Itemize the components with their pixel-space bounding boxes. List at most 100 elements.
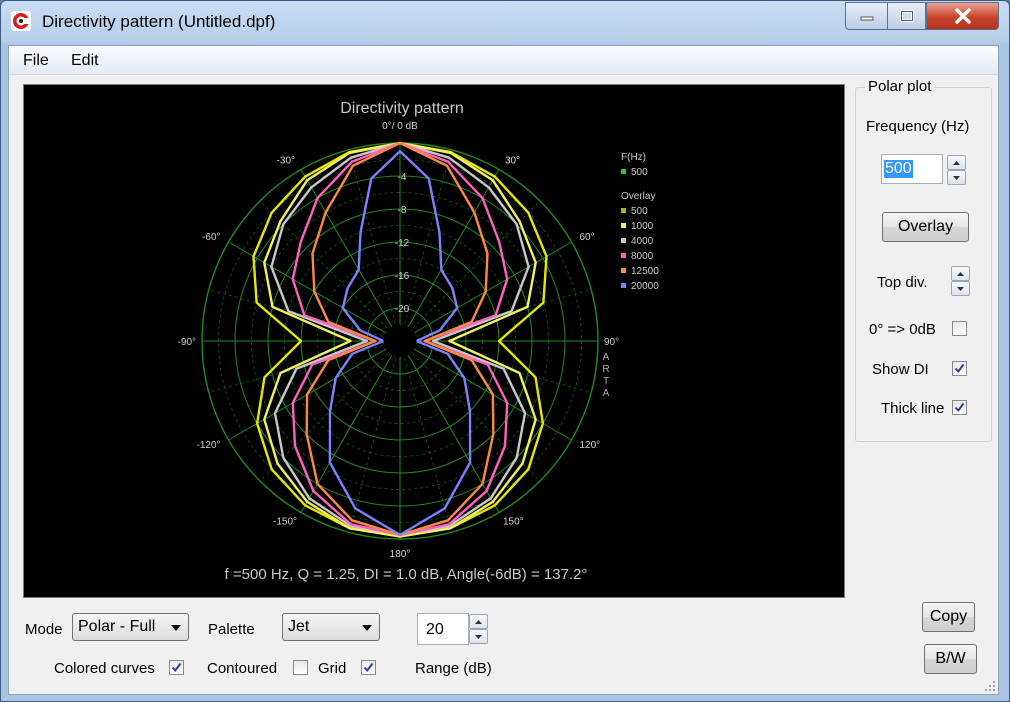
range-input[interactable]: 20	[417, 613, 469, 645]
legend-swatch	[621, 169, 626, 174]
spin-up-button[interactable]	[469, 614, 488, 629]
ring-label: -16	[395, 271, 410, 282]
arrow-down-icon	[475, 634, 482, 639]
plot-title: Directivity pattern	[340, 100, 464, 117]
angle-label: -30°	[277, 156, 295, 167]
range-label: Range (dB)	[415, 660, 492, 677]
legend-swatch	[621, 268, 626, 273]
legend-swatch	[621, 238, 626, 243]
frequency-value: 500	[884, 160, 913, 178]
watermark-letter: R	[602, 364, 609, 375]
legend-label: 500	[631, 206, 648, 217]
app-window: Directivity pattern (Untitled.dpf) File …	[0, 0, 1010, 702]
angle-label: 30°	[505, 156, 520, 167]
spin-down-button[interactable]	[469, 629, 488, 644]
legend-swatch	[621, 208, 626, 213]
bw-button[interactable]: B/W	[924, 644, 977, 674]
ring-label: -12	[395, 238, 410, 249]
thick-line-checkbox[interactable]	[952, 400, 967, 415]
watermark-letter: T	[603, 376, 609, 387]
spin-up-button[interactable]	[951, 266, 970, 281]
maximize-icon	[899, 10, 914, 22]
minimize-button[interactable]	[845, 2, 888, 30]
grid-label: Grid	[318, 660, 347, 677]
legend-overlay-title: Overlay	[621, 191, 655, 202]
legend-swatch	[621, 253, 626, 258]
chevron-down-icon	[362, 625, 372, 631]
show-di-checkbox[interactable]	[952, 361, 967, 376]
angle-label: 120°	[579, 440, 600, 451]
spin-up-button[interactable]	[947, 155, 966, 170]
frequency-input[interactable]: 500	[881, 154, 943, 184]
legend-label: 500	[631, 167, 648, 178]
contoured-label: Contoured	[207, 660, 278, 677]
range-spinner[interactable]	[469, 614, 488, 644]
chevron-down-icon	[171, 625, 181, 631]
spin-down-button[interactable]	[951, 281, 970, 296]
arrow-up-icon	[957, 271, 964, 276]
ring-label: -8	[398, 205, 407, 216]
legend-label: 12500	[631, 266, 659, 277]
zero-db-label: 0° => 0dB	[869, 321, 936, 338]
zero-db-checkbox[interactable]	[952, 321, 967, 336]
close-button[interactable]	[926, 2, 999, 30]
resize-grip-icon[interactable]	[982, 678, 996, 692]
arta-logo-icon	[11, 11, 31, 31]
legend-label: 20000	[631, 281, 659, 292]
arrow-up-icon	[475, 619, 482, 624]
angle-label: -90°	[178, 337, 196, 348]
plot-legend: F(Hz) 500 Overlay 500 1000 4000 8000 12500 20000	[621, 152, 659, 292]
polar-chart: 0°/ 0 dB 30° 60° 90° 120° 150° 180° -150° -120° -…	[178, 100, 660, 583]
maximize-button[interactable]	[887, 2, 926, 30]
palette-select-value: Jet	[288, 618, 310, 635]
angle-label: 180°	[390, 549, 411, 560]
frequency-label: Frequency (Hz)	[866, 118, 970, 135]
plot-info-line: f =500 Hz, Q = 1.25, DI = 1.0 dB, Angle(…	[225, 566, 588, 583]
angle-label: 60°	[579, 232, 594, 243]
checkmark-icon	[954, 363, 965, 374]
colored-curves-checkbox[interactable]	[169, 660, 184, 675]
legend-swatch	[621, 223, 626, 228]
overlay-button[interactable]: Overlay	[882, 212, 969, 242]
close-icon	[954, 8, 971, 24]
thick-line-label: Thick line	[881, 400, 945, 417]
grid-spoke	[399, 340, 500, 513]
top-div-spinner[interactable]	[951, 266, 970, 296]
title-bar[interactable]: Directivity pattern (Untitled.dpf)	[1, 1, 1009, 41]
grid-spoke	[399, 169, 500, 342]
mode-select[interactable]: Polar - Full	[72, 613, 189, 641]
ring-label: -4	[398, 172, 407, 183]
angle-label: 90°	[604, 337, 619, 348]
arrow-down-icon	[957, 286, 964, 291]
watermark-letter: A	[603, 388, 610, 399]
palette-select[interactable]: Jet	[282, 613, 380, 641]
angle-label: -120°	[197, 440, 221, 451]
window-title: Directivity pattern (Untitled.dpf)	[42, 12, 276, 31]
polar-plot-group	[855, 87, 992, 442]
palette-label: Palette	[208, 621, 255, 638]
angle-label: -60°	[202, 232, 220, 243]
legend-swatch	[621, 283, 626, 288]
center-disk	[383, 324, 417, 358]
grid-spoke	[300, 340, 401, 513]
directivity-plot: 0°/ 0 dB 30° 60° 90° 120° 150° 180° -150° -120° -…	[23, 84, 845, 598]
show-di-label: Show DI	[872, 361, 929, 378]
copy-button[interactable]: Copy	[922, 602, 975, 632]
range-value: 20	[426, 621, 444, 638]
legend-label: 8000	[631, 251, 654, 262]
grid-spoke	[300, 169, 401, 342]
contoured-checkbox[interactable]	[293, 660, 308, 675]
checkmark-icon	[954, 402, 965, 413]
grid-spoke	[228, 340, 401, 441]
client-area: File Edit 0°/ 0 dB 30° 60° 90° 120° 150° 180° -…	[8, 45, 999, 695]
frequency-spinner[interactable]	[947, 155, 966, 185]
menu-file[interactable]: File	[23, 52, 49, 70]
menu-bar: File Edit	[9, 46, 998, 75]
legend-fhz-title: F(Hz)	[621, 152, 646, 163]
arrow-up-icon	[953, 160, 960, 165]
mode-label: Mode	[25, 621, 63, 638]
spin-down-button[interactable]	[947, 170, 966, 185]
menu-edit[interactable]: Edit	[71, 52, 99, 70]
grid-checkbox[interactable]	[361, 660, 376, 675]
angle-label: -150°	[273, 516, 297, 527]
